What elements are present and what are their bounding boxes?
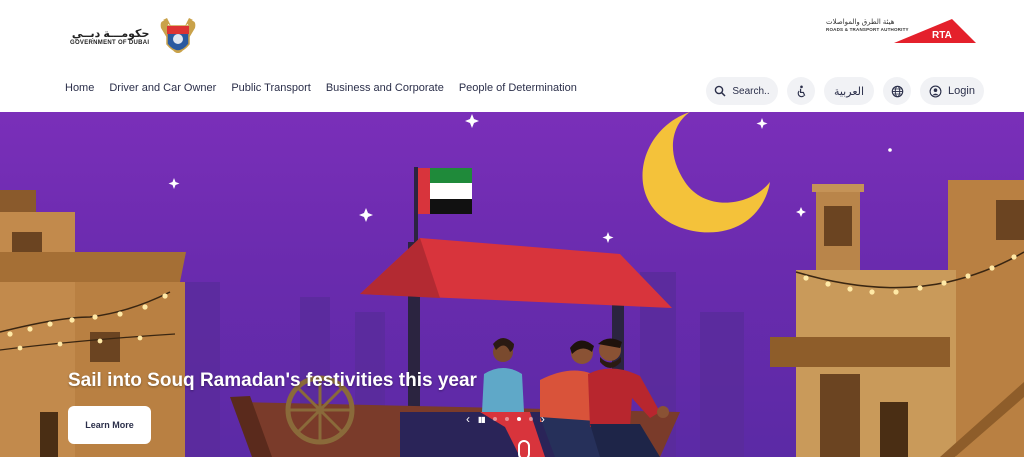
main-navigation: Home Driver and Car Owner Public Transpo…	[0, 70, 1024, 112]
nav-link-public-transport[interactable]: Public Transport	[231, 82, 310, 94]
rta-mark-icon: RTA	[894, 19, 976, 43]
accessibility-button[interactable]	[787, 77, 815, 105]
language-arabic-button[interactable]: العربية	[824, 77, 874, 105]
search-button[interactable]: Search..	[706, 77, 778, 105]
search-icon	[715, 85, 726, 97]
hero-banner[interactable]: Sail into Souq Ramadan's festivities thi…	[0, 112, 1024, 457]
nav-link-people-of-determination[interactable]: People of Determination	[459, 82, 577, 94]
learn-more-button[interactable]: Learn More	[68, 406, 151, 444]
chevron-right-icon[interactable]: ›	[541, 412, 545, 426]
globe-button[interactable]	[883, 77, 911, 105]
carousel-dot-3-active[interactable]	[516, 417, 521, 421]
nav-link-home[interactable]: Home	[65, 82, 94, 94]
dubai-emblem-icon	[161, 18, 196, 53]
nav-utilities: Search.. العربية Login	[706, 77, 984, 105]
rta-logo[interactable]: هيئة الطرق والمواصلات ROADS & TRANSPORT …	[826, 17, 976, 47]
government-of-dubai-logo[interactable]: حكومـــة دبــي GOVERNMENT OF DUBAI	[70, 14, 199, 60]
carousel-dot-4[interactable]	[528, 417, 533, 421]
chevron-left-icon[interactable]: ‹	[466, 412, 470, 426]
carousel-dot-2[interactable]	[504, 417, 509, 421]
hero-title: Sail into Souq Ramadan's festivities thi…	[68, 370, 477, 391]
carousel-dot-1[interactable]	[492, 417, 497, 421]
login-button[interactable]: Login	[920, 77, 984, 105]
globe-icon	[891, 85, 903, 97]
nav-links: Home Driver and Car Owner Public Transpo…	[65, 82, 577, 94]
scroll-mouse-icon[interactable]	[518, 440, 530, 457]
accessibility-icon	[797, 85, 805, 97]
user-icon	[929, 85, 942, 97]
gov-logo-english-text: GOVERNMENT OF DUBAI	[70, 40, 150, 46]
rta-mark-text: RTA	[932, 30, 952, 41]
pause-icon[interactable]: ▮▮	[478, 415, 486, 424]
login-label: Login	[948, 85, 975, 97]
nav-link-driver-car-owner[interactable]: Driver and Car Owner	[109, 82, 216, 94]
carousel-controls: ‹ ▮▮ ›	[466, 412, 545, 426]
ramadan-souq-illustration	[0, 112, 1024, 457]
rta-logo-arabic-text: هيئة الطرق والمواصلات	[826, 19, 895, 26]
search-label: Search..	[732, 85, 770, 97]
nav-link-business-corporate[interactable]: Business and Corporate	[326, 82, 444, 94]
gov-logo-arabic-text: حكومـــة دبــي	[71, 28, 150, 40]
arabic-label: العربية	[833, 85, 865, 98]
top-header: حكومـــة دبــي GOVERNMENT OF DUBAI هيئة …	[0, 0, 1024, 70]
